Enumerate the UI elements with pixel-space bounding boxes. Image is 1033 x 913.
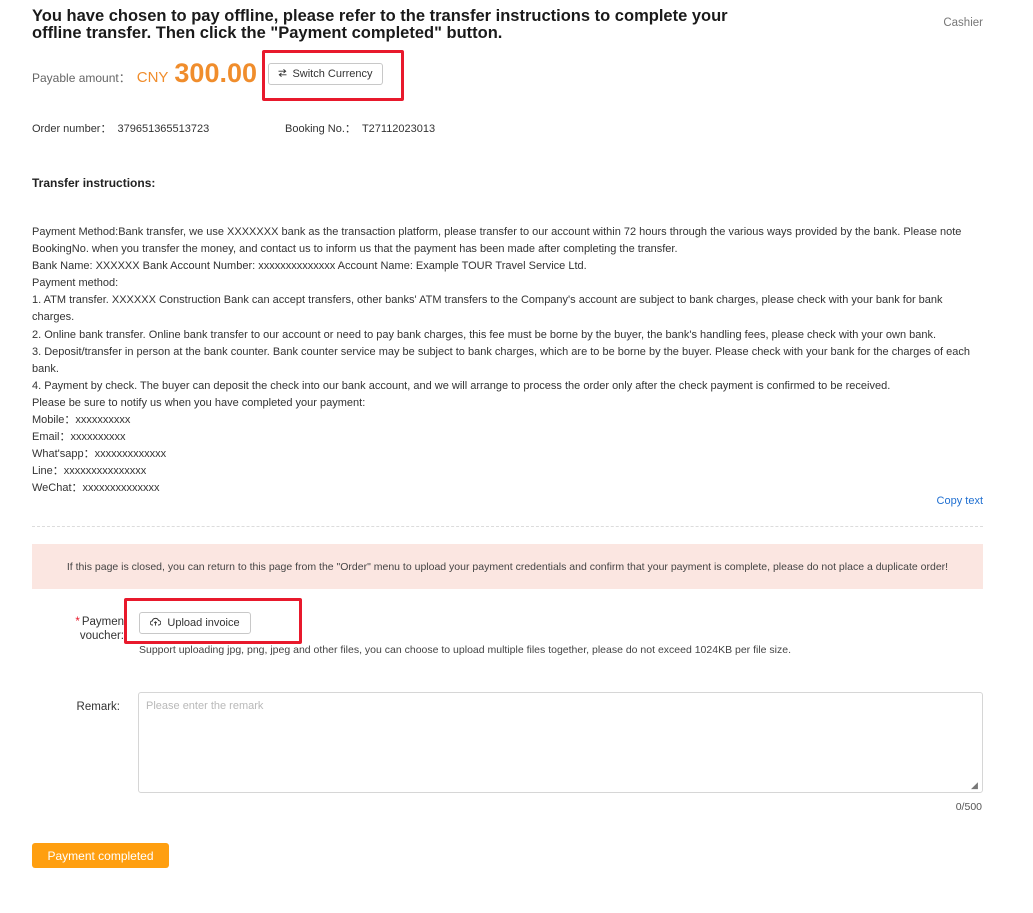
contact-wechat: WeChat：xxxxxxxxxxxxxx (32, 482, 160, 495)
upload-invoice-button[interactable]: Upload invoice (139, 612, 251, 634)
switch-currency-button[interactable]: Switch Currency (268, 63, 383, 85)
payable-amount-row: Payable amount： CNY 300.00 (32, 58, 257, 92)
swap-arrows-icon (278, 68, 287, 80)
contact-line: Line：xxxxxxxxxxxxxxx (32, 465, 147, 478)
booking-number-value: T27112023013 (361, 123, 436, 135)
payment-completed-button[interactable]: Payment completed (32, 843, 169, 868)
payable-amount-label: Payable amount： (32, 71, 131, 85)
dashed-divider (32, 526, 983, 527)
order-number: Order number： 379651365513723 (32, 120, 209, 136)
order-number-value: 379651365513723 (117, 123, 210, 135)
copy-text-link[interactable]: Copy text (937, 495, 983, 507)
contact-email: Email：xxxxxxxxxx (32, 431, 126, 444)
remark-textarea[interactable] (138, 692, 983, 793)
cloud-upload-icon (150, 617, 162, 629)
payment-voucher-label: * Paymen voucher: (62, 615, 124, 643)
instruction-line: Please be sure to notify us when you hav… (32, 396, 366, 409)
page-title: You have chosen to pay offline, please r… (32, 7, 728, 42)
voucher-label-line2: voucher: (79, 630, 124, 642)
contact-whatsapp: What'sapp：xxxxxxxxxxxxx (32, 448, 167, 461)
notice-text: If this page is closed, you can return t… (66, 560, 949, 573)
order-number-label: Order number： (32, 123, 112, 135)
instruction-line: Payment method: (32, 277, 119, 290)
remark-label: Remark: (76, 701, 120, 713)
payable-amount-value: 300.00 (174, 58, 257, 88)
resize-handle-icon[interactable]: ◢ (971, 781, 978, 790)
booking-number: Booking No.： T27112023013 (285, 120, 435, 136)
booking-number-label: Booking No.： (285, 123, 356, 135)
character-counter: 0/500 (955, 801, 982, 813)
instruction-line: 2. Online bank transfer. Online bank tra… (32, 328, 937, 341)
notice-banner: If this page is closed, you can return t… (32, 544, 983, 589)
required-mark: * (75, 616, 80, 628)
contact-mobile: Mobile：xxxxxxxxxx (32, 414, 131, 427)
transfer-instructions-text: Payment Method:Bank transfer, we use XXX… (32, 224, 982, 498)
currency-code: CNY (136, 69, 169, 86)
instruction-line: 1. ATM transfer. XXXXXX Construction Ban… (32, 294, 943, 324)
breadcrumb-cashier[interactable]: Cashier (943, 17, 983, 29)
upload-hint-text: Support uploading jpg, png, jpeg and oth… (139, 644, 792, 656)
instruction-line: 4. Payment by check. The buyer can depos… (32, 379, 891, 392)
instruction-line: 3. Deposit/transfer in person at the ban… (32, 345, 970, 375)
upload-invoice-label: Upload invoice (167, 617, 240, 629)
transfer-instructions-title: Transfer instructions: (32, 176, 156, 190)
switch-currency-label: Switch Currency (292, 68, 373, 80)
voucher-label-line1: Paymen (81, 616, 124, 628)
instruction-line: Bank Name: XXXXXX Bank Account Number: x… (32, 260, 587, 273)
instruction-line: Payment Method:Bank transfer, we use XXX… (32, 226, 962, 256)
